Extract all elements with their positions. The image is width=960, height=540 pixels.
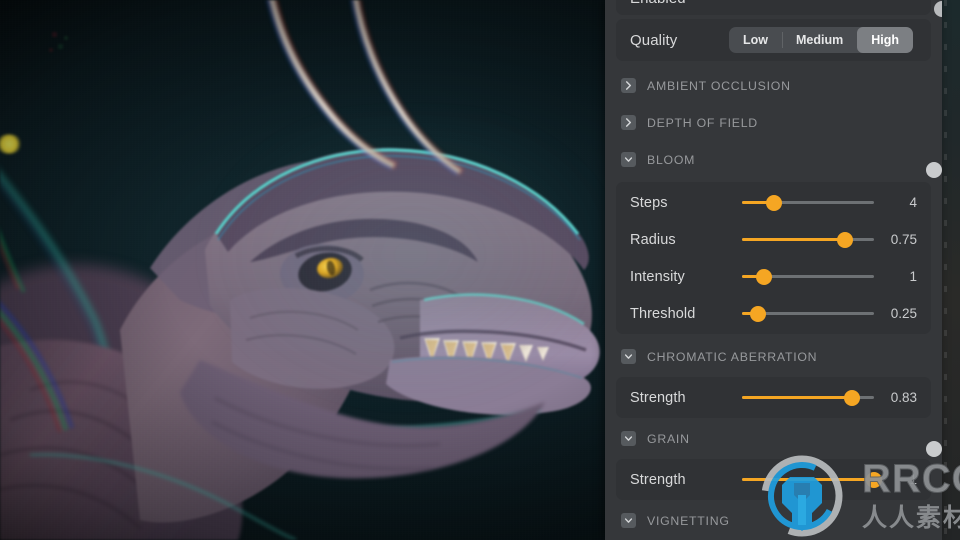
bloom-intensity-slider[interactable] (742, 268, 874, 286)
chevron-down-icon[interactable] (621, 349, 636, 364)
section-vignetting[interactable]: VIGNETTING (605, 502, 942, 539)
section-ambient-occlusion[interactable]: AMBIENT OCCLUSION (605, 67, 942, 104)
bloom-steps-slider[interactable] (742, 194, 874, 212)
chevron-down-icon[interactable] (621, 513, 636, 528)
grain-strength-value: 1 (909, 472, 917, 487)
bloom-threshold-label: Threshold (630, 305, 696, 322)
right-edge-strip (942, 0, 960, 540)
chevron-down-icon[interactable] (621, 152, 636, 167)
row-quality-group: Quality Low Medium High (616, 19, 931, 61)
quality-option-low[interactable]: Low (729, 27, 782, 53)
chevron-right-icon[interactable] (621, 78, 636, 93)
ambient-occlusion-label: AMBIENT OCCLUSION (647, 78, 791, 93)
row-enabled-group: Enabled (616, 0, 942, 17)
section-depth-of-field[interactable]: DEPTH OF FIELD (605, 104, 942, 141)
bloom-steps-label: Steps (630, 194, 668, 211)
grain-slider-group: Strength 1 (616, 459, 931, 500)
section-bloom[interactable]: BLOOM (605, 141, 942, 178)
bloom-threshold-value: 0.25 (890, 306, 917, 321)
grain-label: GRAIN (647, 431, 690, 446)
depth-of-field-label: DEPTH OF FIELD (647, 115, 758, 130)
bloom-intensity-label: Intensity (630, 268, 685, 285)
quality-label: Quality (630, 31, 678, 49)
chromatic-aberration-label: CHROMATIC ABERRATION (647, 349, 818, 364)
panel-scroll-area[interactable]: Enabled Quality Low Medium High (605, 0, 942, 540)
slider-bloom-radius[interactable]: Radius 0.75 (616, 221, 931, 258)
quality-segmented-control[interactable]: Low Medium High (728, 27, 913, 53)
bloom-label: BLOOM (647, 152, 696, 167)
bloom-radius-value: 0.75 (890, 232, 917, 247)
bloom-radius-label: Radius (630, 231, 676, 248)
slider-bloom-steps[interactable]: Steps 4 (616, 184, 931, 221)
section-grain[interactable]: GRAIN (605, 420, 942, 457)
bloom-threshold-slider[interactable] (742, 305, 874, 323)
bloom-steps-value: 4 (909, 195, 917, 210)
vignetting-label: VIGNETTING (647, 513, 730, 528)
bloom-intensity-value: 1 (909, 269, 917, 284)
slider-grain-strength[interactable]: Strength 1 (616, 461, 931, 498)
grain-strength-slider[interactable] (742, 471, 882, 489)
slider-bloom-intensity[interactable]: Intensity 1 (616, 258, 931, 295)
post-processing-panel[interactable]: Enabled Quality Low Medium High (605, 0, 942, 540)
slider-bloom-threshold[interactable]: Threshold 0.25 (616, 295, 931, 332)
screen: Enabled Quality Low Medium High (0, 0, 960, 540)
chevron-down-icon[interactable] (621, 431, 636, 446)
bloom-radius-slider[interactable] (742, 231, 874, 249)
row-enabled[interactable]: Enabled (616, 0, 942, 17)
slider-chromatic-aberration-strength[interactable]: Strength 0.83 (616, 379, 931, 416)
quality-option-medium[interactable]: Medium (781, 27, 857, 53)
chevron-right-icon[interactable] (621, 115, 636, 130)
section-chromatic-aberration[interactable]: CHROMATIC ABERRATION (605, 338, 942, 375)
chromatic-aberration-strength-label: Strength (630, 389, 686, 406)
chromatic-aberration-strength-slider[interactable] (742, 389, 874, 407)
quality-option-high[interactable]: High (857, 27, 913, 53)
enabled-label: Enabled (630, 0, 686, 7)
row-quality[interactable]: Quality Low Medium High (616, 19, 931, 61)
grain-strength-label: Strength (630, 471, 686, 488)
bloom-slider-group: Steps 4 Radius 0.75 Intensity 1 Threshol… (616, 182, 931, 334)
creature-render (0, 0, 620, 540)
chromatic-aberration-slider-group: Strength 0.83 (616, 377, 931, 418)
chromatic-aberration-strength-value: 0.83 (890, 390, 917, 405)
